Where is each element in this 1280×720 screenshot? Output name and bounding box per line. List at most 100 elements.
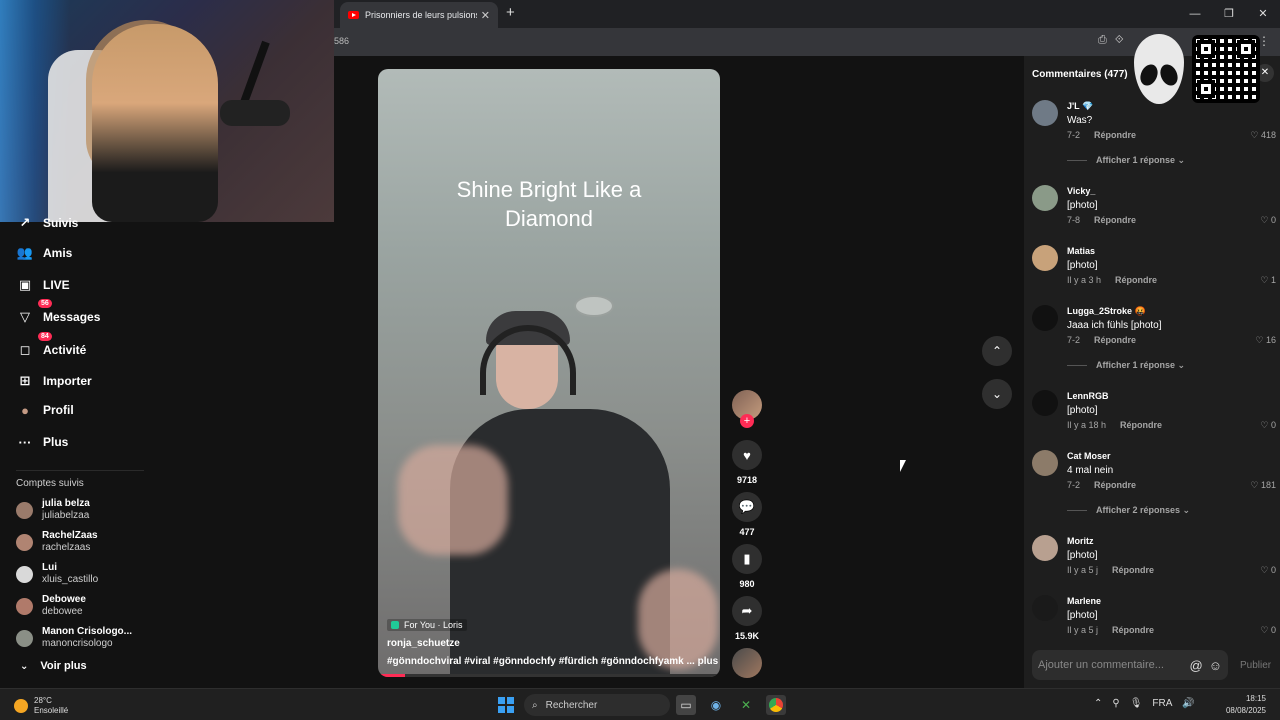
video-hashtags[interactable]: #gönndochviral #viral #gönndochfy #fürdi… — [387, 656, 718, 667]
comment-meta: 7-2 Répondre — [1067, 130, 1136, 140]
for-you-label: For You · Loris — [404, 620, 463, 630]
account-name: Lui — [42, 562, 57, 573]
sidebar-item-plus[interactable]: ··· Plus — [16, 433, 69, 451]
microphone-icon[interactable]: 🎙 — [1130, 698, 1143, 709]
avatar[interactable] — [1032, 100, 1058, 126]
next-video-button[interactable]: ⌄ — [982, 379, 1012, 409]
video-author[interactable]: ronja_schuetze — [387, 638, 460, 649]
reply-button[interactable]: Répondre — [1120, 420, 1162, 430]
hashtags-text[interactable]: #gönndochviral #viral #gönndochfy #fürdi… — [387, 656, 695, 667]
followed-account[interactable]: Debowee debowee — [16, 594, 86, 618]
show-replies-button[interactable]: Afficher 1 réponse ⌄ — [1067, 360, 1185, 371]
avatar[interactable] — [1032, 535, 1058, 561]
install-icon[interactable]: ⎙ — [1098, 34, 1107, 47]
chrome-icon[interactable] — [766, 695, 786, 715]
comment-like-button[interactable]: ♡ 0 — [1260, 420, 1276, 431]
steam-icon[interactable]: ◉ — [706, 695, 726, 715]
clock[interactable]: 18:15 08/08/2025 — [1226, 693, 1266, 717]
followed-account[interactable]: Lui xluis_castillo — [16, 562, 98, 586]
show-replies-button[interactable]: Afficher 2 réponses ⌄ — [1067, 505, 1190, 516]
comment-like-button[interactable]: ♡ 16 — [1255, 335, 1276, 346]
comment-icon: 💬 — [732, 492, 762, 522]
avatar[interactable] — [1032, 245, 1058, 271]
task-view-icon[interactable]: ▭ — [676, 695, 696, 715]
sidebar-item-importer[interactable]: ⊞ Importer — [16, 372, 92, 390]
more-link[interactable]: plus — [698, 656, 719, 667]
followed-account[interactable]: RachelZaas rachelzaas — [16, 530, 98, 554]
comment-author[interactable]: Cat Moser — [1067, 451, 1111, 461]
sidebar-item-activite[interactable]: ◻ 84 Activité — [16, 332, 86, 359]
comment-like-button[interactable]: ♡ 418 — [1250, 130, 1276, 141]
comment-like-button[interactable]: ♡ 0 — [1260, 215, 1276, 226]
comment-author[interactable]: Matias — [1067, 246, 1095, 256]
publish-button[interactable]: Publier — [1240, 660, 1271, 671]
reply-button[interactable]: Répondre — [1115, 275, 1157, 285]
show-replies-button[interactable]: Afficher 1 réponse ⌄ — [1067, 155, 1185, 166]
address-text[interactable]: 586 — [334, 36, 349, 46]
comment-author[interactable]: Marlene — [1067, 596, 1101, 606]
avatar[interactable] — [1032, 185, 1058, 211]
webcam-overlay — [0, 0, 334, 222]
tab-close-button[interactable]: ✕ — [481, 9, 490, 22]
comment-input[interactable]: Ajouter un commentaire... @ ☺ — [1032, 650, 1228, 680]
video-progress-bar[interactable] — [378, 674, 720, 677]
minimize-button[interactable]: — — [1178, 0, 1212, 28]
avatar[interactable] — [1032, 390, 1058, 416]
for-you-tag[interactable]: For You · Loris — [387, 619, 467, 631]
share-button[interactable]: ➦ 15.9K — [730, 596, 764, 641]
comment-like-button[interactable]: ♡ 0 — [1260, 625, 1276, 636]
comment-time: Il y a 3 h — [1067, 275, 1102, 285]
avatar[interactable] — [1032, 595, 1058, 621]
sidebar-item-suivis[interactable]: ↗ Suivis — [16, 214, 79, 232]
comment-button[interactable]: 💬 477 — [730, 492, 764, 537]
video-player[interactable]: Shine Bright Like a Diamond For You · Lo… — [378, 69, 720, 677]
save-button[interactable]: ▮ 980 — [730, 544, 764, 589]
xbox-icon[interactable]: ✕ — [736, 695, 756, 715]
followed-account[interactable]: julia belza juliabelzaa — [16, 498, 90, 522]
language-indicator[interactable]: FRA — [1152, 698, 1172, 709]
reply-button[interactable]: Répondre — [1112, 625, 1154, 635]
sidebar-item-amis[interactable]: 👥 Amis — [16, 244, 72, 262]
comment-author[interactable]: J'L 💎 — [1067, 101, 1093, 112]
comment-author[interactable]: Vicky_ — [1067, 186, 1095, 196]
previous-video-button[interactable]: ⌃ — [982, 336, 1012, 366]
taskbar-apps: ▭ ◉ ✕ — [676, 695, 786, 715]
comment-like-button[interactable]: ♡ 1 — [1260, 275, 1276, 286]
sidebar-item-profil[interactable]: ● Profil — [16, 401, 74, 419]
comment-author[interactable]: Moritz — [1067, 536, 1094, 546]
close-window-button[interactable]: ✕ — [1246, 0, 1280, 28]
avatar[interactable] — [1032, 305, 1058, 331]
reply-button[interactable]: Répondre — [1094, 215, 1136, 225]
reply-button[interactable]: Répondre — [1094, 480, 1136, 490]
comment-input-placeholder[interactable]: Ajouter un commentaire... — [1038, 659, 1184, 671]
volume-icon[interactable]: 🔊 — [1182, 698, 1194, 709]
comment-author[interactable]: LennRGB — [1067, 391, 1109, 401]
sidebar-item-live[interactable]: ▣ LIVE — [16, 276, 70, 294]
comment-like-button[interactable]: ♡ 0 — [1260, 565, 1276, 576]
emoji-icon[interactable]: ☺ — [1209, 658, 1222, 673]
reply-button[interactable]: Répondre — [1112, 565, 1154, 575]
reply-button[interactable]: Répondre — [1094, 335, 1136, 345]
start-button[interactable] — [498, 697, 514, 713]
weather-widget[interactable]: 28°C Ensoleillé — [14, 696, 68, 716]
avatar[interactable] — [1032, 450, 1058, 476]
sidebar-item-messages[interactable]: ▽ 56 Messages — [16, 299, 100, 326]
new-tab-button[interactable]: + — [506, 4, 515, 21]
follow-plus-icon[interactable]: + — [740, 414, 754, 428]
see-more-button[interactable]: ⌄ Voir plus — [20, 660, 87, 672]
browser-tab[interactable]: Prisonniers de leurs pulsions - Y ✕ — [340, 2, 498, 28]
like-button[interactable]: ♥ 9718 — [730, 440, 764, 485]
reply-button[interactable]: Répondre — [1094, 130, 1136, 140]
comment-meta: Il y a 18 h Répondre — [1067, 420, 1162, 430]
comment-like-button[interactable]: ♡ 181 — [1250, 480, 1276, 491]
followed-account[interactable]: Manon Crisologo... manoncrisologo — [16, 626, 132, 650]
tray-expand-icon[interactable]: ⌃ — [1094, 698, 1102, 709]
profile-avatar-icon: ● — [21, 402, 29, 418]
mention-icon[interactable]: @ — [1190, 658, 1203, 673]
translate-icon[interactable]: ⟐ — [1115, 34, 1124, 47]
comment-author[interactable]: Lugga_2Stroke 🤬 — [1067, 306, 1146, 317]
comment-count: 477 — [739, 527, 755, 537]
taskbar-search[interactable]: ⌕ Rechercher — [524, 694, 670, 716]
maximize-button[interactable]: ❐ — [1212, 0, 1246, 28]
network-icon[interactable]: ⚲ — [1112, 698, 1119, 709]
